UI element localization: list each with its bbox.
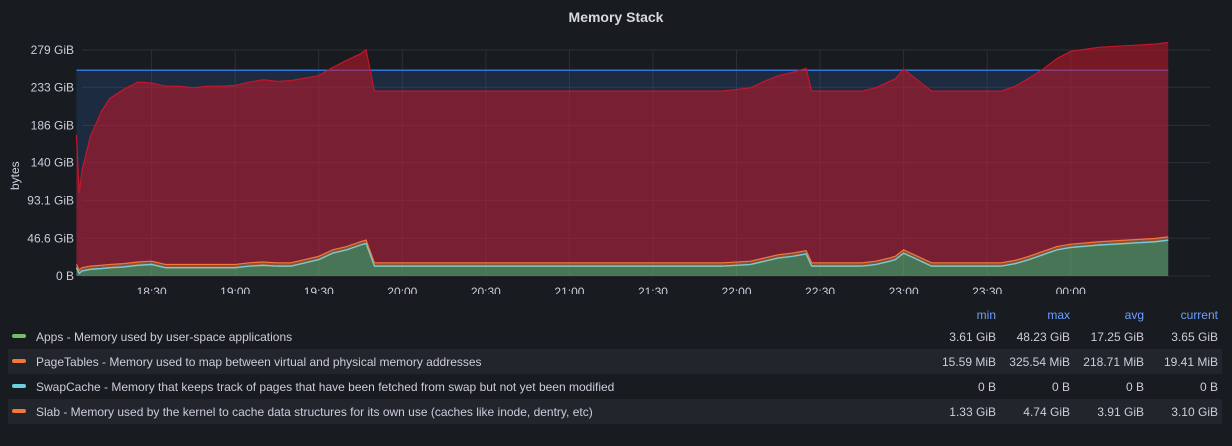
series-color-swatch[interactable] (12, 358, 26, 363)
y-tick-label: 140 GiB (31, 156, 74, 170)
legend-series-name[interactable]: Slab - Memory used by the kernel to cach… (36, 405, 593, 419)
x-tick-label: 21:00 (554, 285, 584, 294)
x-tick-label: 20:00 (387, 285, 417, 294)
x-tick-label: 19:00 (220, 285, 250, 294)
legend-header-max[interactable]: max (1000, 306, 1074, 324)
x-tick-label: 00:00 (1056, 285, 1086, 294)
y-tick-label: 46.6 GiB (27, 231, 74, 245)
legend-series-name[interactable]: SwapCache - Memory that keeps track of p… (36, 380, 614, 394)
legend-max-value: 4.74 GiB (1000, 399, 1074, 424)
legend-current-value: 3.65 GiB (1171, 329, 1218, 344)
legend-min-value: 1.33 GiB (926, 399, 1000, 424)
panel-title: Memory Stack (568, 9, 664, 25)
legend-current-value: 19.41 MiB (1148, 349, 1222, 374)
x-tick-label: 23:30 (972, 285, 1002, 294)
legend-min-value: 0 B (977, 379, 996, 394)
series-color-swatch[interactable] (12, 383, 26, 388)
legend-min-value: 3.61 GiB (949, 329, 996, 344)
y-tick-label: 0 B (56, 269, 74, 283)
legend-header-min[interactable]: min (926, 306, 1000, 324)
legend-row-apps[interactable]: Apps - Memory used by user-space applica… (8, 324, 1222, 349)
x-tick-label: 21:30 (638, 285, 668, 294)
y-tick-label: 279 GiB (31, 43, 74, 57)
legend-avg-value: 218.71 MiB (1074, 349, 1148, 374)
legend-row-swapcache[interactable]: SwapCache - Memory that keeps track of p… (8, 374, 1222, 399)
legend-header-current[interactable]: current (1148, 306, 1222, 324)
legend-min-value: 15.59 MiB (926, 349, 1000, 374)
legend-max-value: 48.23 GiB (1016, 329, 1070, 344)
legend-row-slab[interactable]: Slab - Memory used by the kernel to cach… (8, 399, 1222, 424)
y-tick-label: 93.1 GiB (27, 194, 74, 208)
series-color-swatch[interactable] (12, 408, 26, 413)
legend-table: min max avg current Apps - Memory used b… (8, 306, 1222, 424)
legend-series-name[interactable]: Apps - Memory used by user-space applica… (36, 330, 292, 344)
legend-avg-value: 17.25 GiB (1090, 329, 1144, 344)
legend-max-value: 0 B (1051, 379, 1070, 394)
legend-row-pagetables[interactable]: PageTables - Memory used to map between … (8, 349, 1222, 374)
legend-header-avg[interactable]: avg (1074, 306, 1148, 324)
legend-current-value: 3.10 GiB (1148, 399, 1222, 424)
legend-series-name[interactable]: PageTables - Memory used to map between … (36, 355, 482, 369)
x-tick-label: 22:30 (805, 285, 835, 294)
y-tick-label: 186 GiB (31, 118, 74, 132)
x-tick-label: 18:30 (137, 285, 167, 294)
x-tick-label: 19:30 (304, 285, 334, 294)
x-tick-label: 22:00 (722, 285, 752, 294)
legend-avg-value: 3.91 GiB (1074, 399, 1148, 424)
series-color-swatch[interactable] (12, 333, 26, 338)
legend-current-value: 0 B (1199, 379, 1218, 394)
memory-stack-chart[interactable]: 0 B 46.6 GiB 93.1 GiB 140 GiB 186 GiB 233 GiB… (0, 34, 1232, 294)
x-tick-label: 23:00 (889, 285, 919, 294)
x-tick-label: 20:30 (471, 285, 501, 294)
legend-max-value: 325.54 MiB (1000, 349, 1074, 374)
y-tick-label: 233 GiB (31, 80, 74, 94)
legend-avg-value: 0 B (1125, 379, 1144, 394)
